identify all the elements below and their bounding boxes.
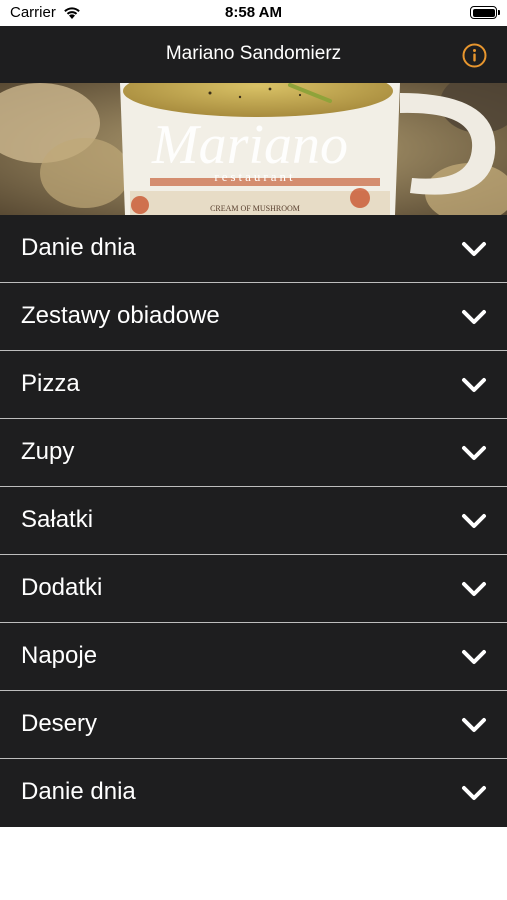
menu-item-label: Zupy [21, 438, 75, 465]
chevron-down-icon [462, 446, 486, 460]
menu-item-label: Pizza [21, 370, 80, 397]
menu-item[interactable]: Sałatki [0, 487, 507, 555]
chevron-down-icon [462, 650, 486, 664]
menu-item-label: Napoje [21, 642, 98, 669]
menu-item[interactable]: Zestawy obiadowe [0, 283, 507, 351]
menu-item[interactable]: Danie dnia [0, 759, 507, 827]
menu-item-label: Danie dnia [21, 234, 136, 261]
logo-subtext: restaurant [214, 169, 295, 184]
menu-item[interactable]: Danie dnia [0, 215, 507, 283]
menu-item[interactable]: Zupy [0, 419, 507, 487]
clock: 8:58 AM [225, 4, 282, 21]
menu-item[interactable]: Napoje [0, 623, 507, 691]
menu-item[interactable]: Dodatki [0, 555, 507, 623]
chevron-down-icon [462, 786, 486, 800]
chevron-down-icon [462, 242, 486, 256]
logo-text: Mariano [151, 114, 348, 176]
menu-item-label: Sałatki [21, 506, 94, 533]
chevron-down-icon [462, 378, 486, 392]
info-icon[interactable] [462, 43, 487, 68]
battery-icon [470, 6, 500, 19]
cup-label: CREAM OF MUSHROOM [210, 204, 300, 213]
chevron-down-icon [462, 310, 486, 324]
menu-item-label: Zestawy obiadowe [21, 302, 220, 329]
chevron-down-icon [462, 582, 486, 596]
menu-item[interactable]: Pizza [0, 351, 507, 419]
status-bar: Carrier 8:58 AM [0, 0, 507, 26]
menu-item-label: Desery [21, 710, 98, 737]
menu-item-label: Dodatki [21, 574, 103, 601]
navigation-bar: Mariano Sandomierz [0, 26, 507, 83]
menu-item-label: Danie dnia [21, 778, 136, 805]
category-menu: Danie dnia Zestawy obiadowe Pizza Zupy S… [0, 215, 507, 827]
page-title: Mariano Sandomierz [165, 43, 342, 64]
chevron-down-icon [462, 514, 486, 528]
chevron-down-icon [462, 718, 486, 732]
menu-item[interactable]: Desery [0, 691, 507, 759]
hero-banner-image: Mariano restaurant CREAM OF MUSHROOM [0, 83, 507, 215]
